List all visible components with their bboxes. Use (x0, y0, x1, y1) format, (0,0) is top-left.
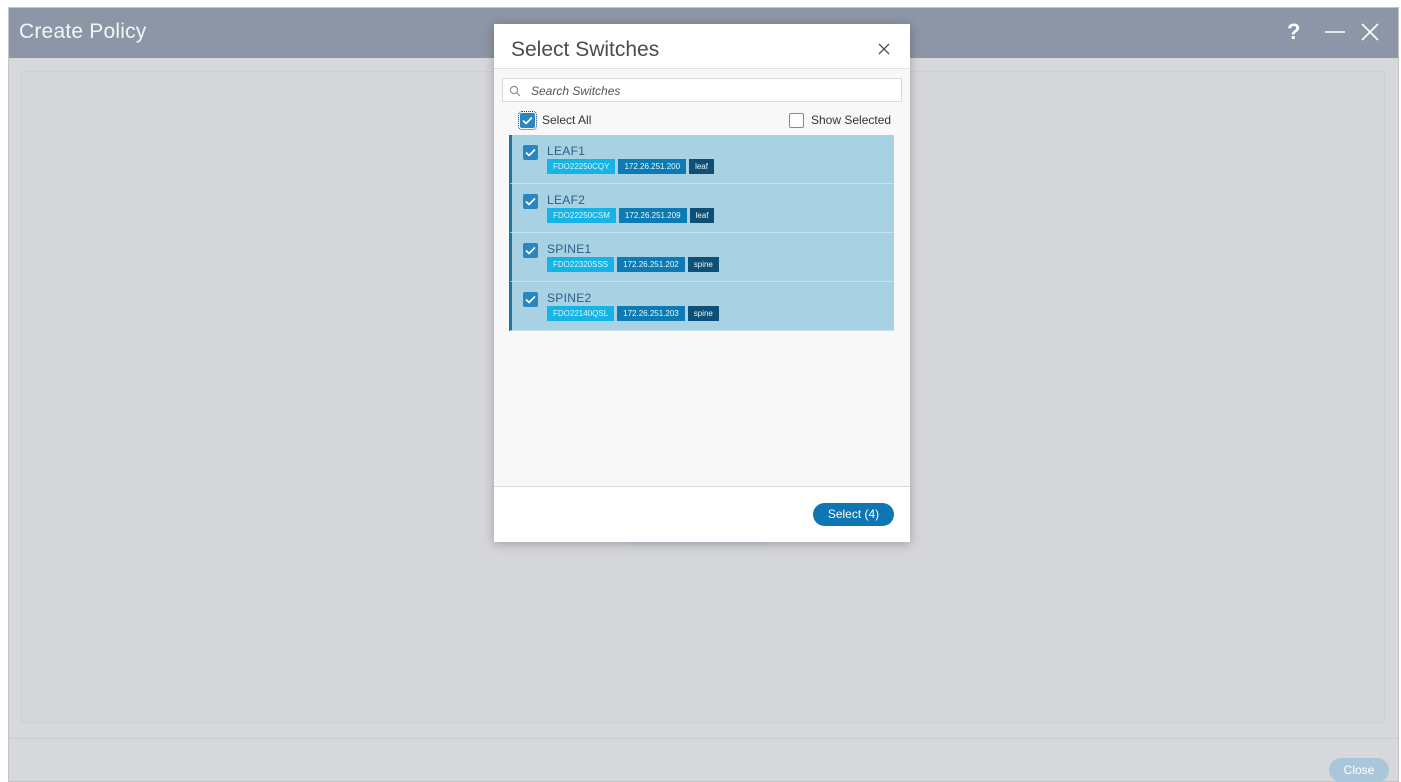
select-switches-modal: Select Switches Select All Show Selected… (494, 24, 910, 542)
checkbox-empty-icon[interactable] (789, 112, 804, 128)
checkbox-checked-icon[interactable] (523, 194, 538, 209)
show-selected-label: Show Selected (811, 113, 892, 127)
select-all-label: Select All (542, 113, 592, 127)
serial-badge: FDO22140QSL (547, 306, 615, 321)
ip-badge: 172.26.251.200 (618, 159, 687, 174)
ip-badge: 172.26.251.209 (618, 208, 687, 223)
switch-tags: FDO22140QSL 172.26.251.203 spine (547, 306, 722, 321)
role-badge: spine (687, 306, 719, 321)
switch-name: LEAF2 (547, 193, 586, 207)
search-input[interactable] (531, 82, 891, 99)
role-badge: spine (687, 257, 719, 272)
role-badge: leaf (689, 208, 715, 223)
modal-title: Select Switches (511, 38, 660, 61)
serial-badge: FDO22250CQY (547, 159, 616, 174)
role-badge: leaf (689, 159, 714, 174)
window-close-icon[interactable] (1359, 18, 1381, 46)
checkbox-checked-icon[interactable] (518, 110, 537, 130)
switch-name: SPINE1 (547, 242, 592, 256)
search-icon (509, 84, 521, 97)
checkbox-checked-icon[interactable] (523, 243, 538, 258)
close-icon[interactable] (877, 42, 891, 56)
list-item[interactable]: SPINE1 FDO22320SSS 172.26.251.202 spine (509, 233, 894, 282)
switch-tags: FDO22250CSM 172.26.251.209 leaf (547, 208, 717, 223)
modal-footer: Select (4) (494, 486, 910, 542)
show-selected-control[interactable]: Show Selected (789, 112, 891, 128)
modal-header: Select Switches (494, 24, 910, 69)
select-button[interactable]: Select (4) (813, 503, 894, 526)
serial-badge: FDO22320SSS (547, 257, 615, 272)
switch-list: LEAF1 FDO22250CQY 172.26.251.200 leaf LE… (509, 135, 894, 331)
help-icon[interactable]: ? (1287, 18, 1300, 46)
minimize-icon[interactable] (1324, 18, 1346, 46)
switch-name: SPINE2 (547, 291, 592, 305)
list-item[interactable]: LEAF1 FDO22250CQY 172.26.251.200 leaf (509, 135, 894, 184)
search-box (502, 78, 902, 102)
serial-badge: FDO22250CSM (547, 208, 616, 223)
window-close-button[interactable]: Close (1329, 758, 1389, 782)
checkbox-checked-icon[interactable] (523, 145, 538, 160)
window-title: Create Policy (19, 20, 147, 43)
ip-badge: 172.26.251.202 (617, 257, 685, 272)
switch-tags: FDO22250CQY 172.26.251.200 leaf (547, 159, 717, 174)
switch-name: LEAF1 (547, 144, 586, 158)
switch-tags: FDO22320SSS 172.26.251.202 spine (547, 257, 722, 272)
select-all-control[interactable]: Select All (518, 110, 592, 130)
footer-divider (9, 738, 1398, 739)
list-item[interactable]: LEAF2 FDO22250CSM 172.26.251.209 leaf (509, 184, 894, 233)
list-item[interactable]: SPINE2 FDO22140QSL 172.26.251.203 spine (509, 282, 894, 331)
ip-badge: 172.26.251.203 (617, 306, 685, 321)
checkbox-checked-icon[interactable] (523, 292, 538, 307)
